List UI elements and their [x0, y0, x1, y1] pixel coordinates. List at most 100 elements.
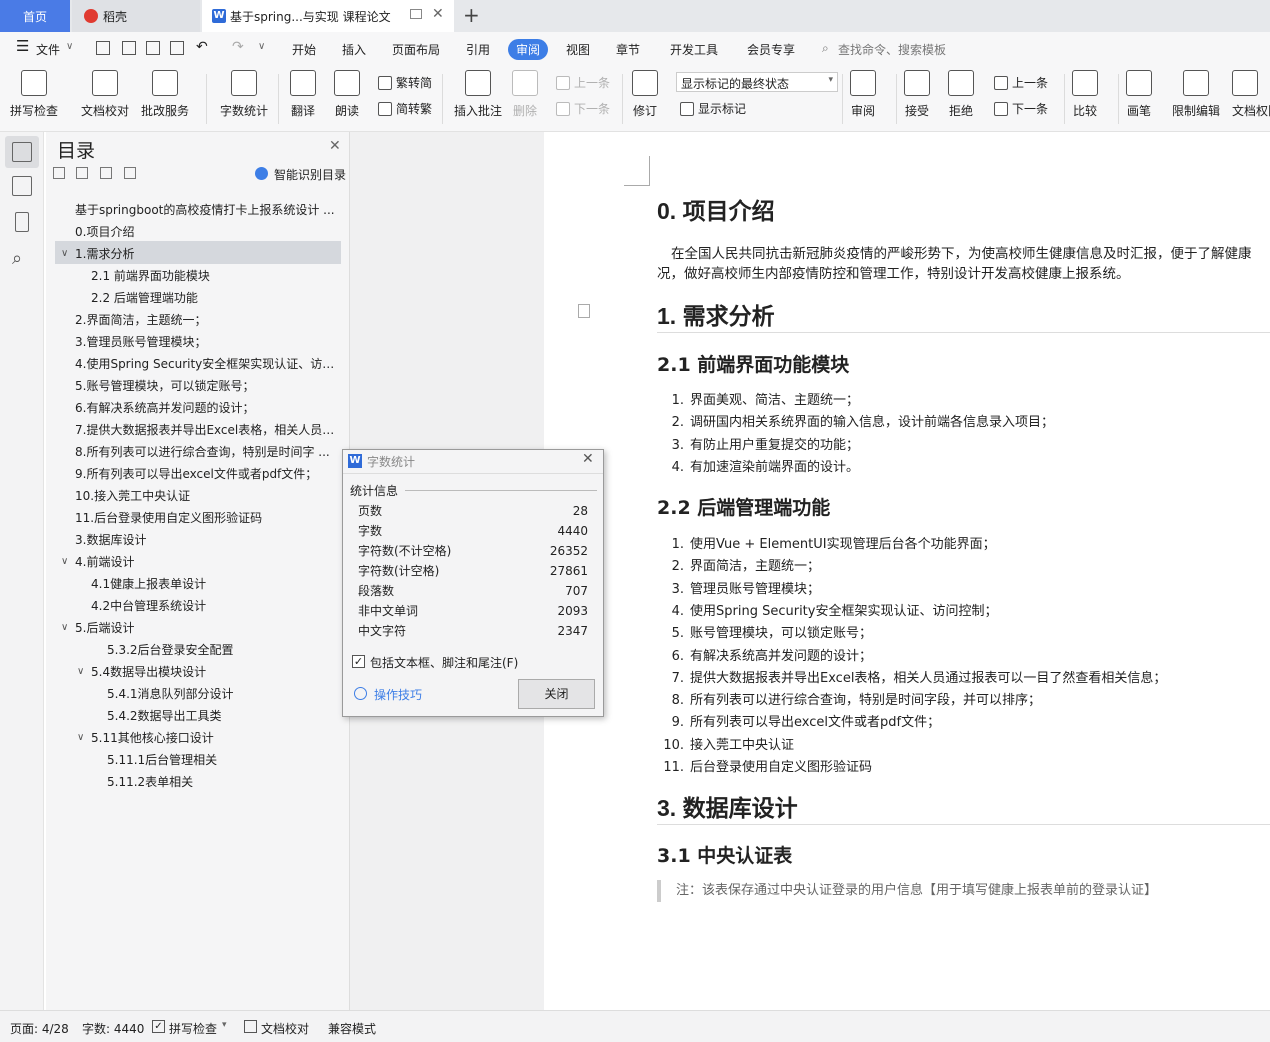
toc-item[interactable]: 11.后台登录使用自定义图形验证码 — [75, 507, 336, 529]
toc-item[interactable]: 5.4.1消息队列部分设计 — [107, 683, 336, 705]
tips-link[interactable]: 操作技巧 — [374, 686, 422, 703]
chevron-down-icon[interactable]: ▾ — [222, 1020, 227, 1030]
trad-to-simp-button[interactable]: 繁转简 — [378, 74, 432, 91]
spell-check-button[interactable]: 拼写检查 — [10, 70, 58, 119]
smart-toc-button[interactable]: 智能识别目录 — [274, 166, 346, 183]
outline-icon[interactable] — [12, 176, 32, 196]
toc-item[interactable]: 2.1 前端界面功能模块 — [91, 265, 336, 287]
close-button[interactable]: 关闭 — [518, 679, 595, 709]
toc-item[interactable]: 4.前端设计 — [75, 551, 336, 573]
review-pane-button[interactable]: 审阅 — [850, 70, 876, 119]
toc-item[interactable]: 7.提供大数据报表并导出Excel表格，相关人员 ... — [75, 419, 336, 441]
command-search[interactable]: 查找命令、搜索模板 — [838, 41, 946, 58]
search-icon[interactable]: ⌕ — [12, 248, 22, 269]
accept-button[interactable]: 接受 — [904, 70, 930, 119]
prev-change-button[interactable]: 上一条 — [994, 74, 1048, 91]
toc-item[interactable]: 8.所有列表可以进行综合查询，特别是时间字 ... — [75, 441, 336, 463]
insert-comment-button[interactable]: 插入批注 — [454, 70, 502, 119]
toc-item[interactable]: 3.数据库设计 — [75, 529, 336, 551]
toc-item[interactable]: 5.4数据导出模块设计 — [91, 661, 336, 683]
print-preview-icon[interactable] — [170, 41, 184, 55]
toc-item[interactable]: 4.使用Spring Security安全框架实现认证、访 ... — [75, 353, 336, 375]
toc-item[interactable]: 0.项目介绍 — [75, 221, 336, 243]
chevron-down-icon[interactable]: ∨ — [66, 41, 73, 52]
toc-item[interactable]: 10.接入莞工中央认证 — [75, 485, 336, 507]
pen-button[interactable]: 画笔 — [1126, 70, 1152, 119]
reject-button[interactable]: 拒绝 — [948, 70, 974, 119]
menu-page-layout[interactable]: 页面布局 — [392, 41, 440, 58]
simp-to-trad-button[interactable]: 简转繁 — [378, 100, 432, 117]
bookmark-icon[interactable] — [15, 212, 29, 232]
translate-button[interactable]: 翻译 — [290, 70, 316, 119]
toc-expand-caret[interactable]: ∨ — [61, 248, 68, 259]
toc-item[interactable]: 9.所有列表可以导出excel文件或者pdf文件； — [75, 463, 336, 485]
hamburger-icon[interactable]: ☰ — [16, 37, 29, 55]
restrict-edit-button[interactable]: 限制编辑 — [1172, 70, 1220, 119]
float-window-icon[interactable] — [410, 9, 422, 19]
tab-daoke[interactable]: 稻壳 — [72, 0, 200, 32]
batch-service-button[interactable]: 批改服务 — [141, 70, 189, 119]
proofread-status[interactable]: 文档校对 — [261, 1020, 309, 1037]
spell-check-status[interactable]: 拼写检查 — [169, 1020, 217, 1037]
toc-item[interactable]: 6.有解决系统高并发问题的设计； — [75, 397, 336, 419]
toc-item[interactable]: 5.11其他核心接口设计 — [91, 727, 336, 749]
menu-member[interactable]: 会员专享 — [747, 41, 795, 58]
word-count-button[interactable]: 字数统计 — [220, 70, 268, 119]
tab-home[interactable]: 首页 — [0, 0, 70, 32]
word-count-indicator[interactable]: 字数: 4440 — [82, 1020, 144, 1037]
toc-item[interactable]: 1.需求分析 — [75, 243, 336, 265]
toc-item[interactable]: 5.4.2数据导出工具类 — [107, 705, 336, 727]
toc-item[interactable]: 3.管理员账号管理模块； — [75, 331, 336, 353]
toc-expand-caret[interactable]: ∨ — [77, 666, 84, 677]
save-icon[interactable] — [96, 41, 110, 55]
toc-item[interactable]: 4.1健康上报表单设计 — [91, 573, 336, 595]
proofread-button[interactable]: 文档校对 — [81, 70, 129, 119]
show-marks-button[interactable]: 显示标记 — [680, 100, 746, 117]
toc-item[interactable]: 2.界面简洁，主题统一； — [75, 309, 336, 331]
compare-button[interactable]: 比较 — [1072, 70, 1098, 119]
toc-item[interactable]: 5.3.2后台登录安全配置 — [107, 639, 336, 661]
quick-access-dropdown-icon[interactable]: ∨ — [258, 41, 265, 52]
read-aloud-button[interactable]: 朗读 — [334, 70, 360, 119]
tab-document[interactable]: W 基于spring...与实现 课程论文 ✕ — [202, 0, 454, 32]
include-checkbox[interactable]: ✓ — [352, 655, 365, 668]
paragraph-menu-icon[interactable] — [578, 304, 590, 318]
menu-file[interactable]: 文件 — [36, 41, 60, 58]
toc-icon[interactable] — [12, 142, 32, 162]
menu-section[interactable]: 章节 — [616, 41, 640, 58]
menu-developer[interactable]: 开发工具 — [670, 41, 718, 58]
next-change-button[interactable]: 下一条 — [994, 100, 1048, 117]
page-indicator[interactable]: 页面: 4/28 — [10, 1020, 69, 1037]
prev-comment-button[interactable]: 上一条 — [556, 74, 610, 91]
toc-item[interactable]: 5.11.1后台管理相关 — [107, 749, 336, 771]
next-comment-button[interactable]: 下一条 — [556, 100, 610, 117]
close-icon[interactable]: ✕ — [582, 451, 594, 467]
redo-icon[interactable]: ↷ — [232, 39, 244, 55]
remove-level-icon[interactable] — [124, 167, 136, 179]
close-tab-icon[interactable]: ✕ — [432, 6, 444, 22]
close-icon[interactable]: ✕ — [329, 138, 341, 154]
toc-item[interactable]: 4.2中台管理系统设计 — [91, 595, 336, 617]
menu-references[interactable]: 引用 — [466, 41, 490, 58]
menu-start[interactable]: 开始 — [292, 41, 316, 58]
delete-comment-button[interactable]: 删除 — [512, 70, 538, 119]
new-tab-icon[interactable]: + — [463, 3, 480, 27]
revise-button[interactable]: 修订 — [632, 70, 658, 119]
doc-rights-button[interactable]: 文档权限 — [1232, 70, 1270, 119]
toc-item[interactable]: 基于springboot的高校疫情打卡上报系统设计 ... — [75, 199, 336, 221]
add-level-icon[interactable] — [100, 167, 112, 179]
menu-insert[interactable]: 插入 — [342, 41, 366, 58]
toc-expand-caret[interactable]: ∨ — [77, 732, 84, 743]
menu-review[interactable]: 审阅 — [508, 39, 549, 60]
collapse-all-icon[interactable] — [53, 167, 65, 179]
display-state-select[interactable]: 显示标记的最终状态 ▾ — [676, 72, 838, 92]
toc-item[interactable]: 5.后端设计 — [75, 617, 336, 639]
toc-item[interactable]: 2.2 后端管理端功能 — [91, 287, 336, 309]
toc-item[interactable]: 5.11.2表单相关 — [107, 771, 336, 793]
toc-expand-caret[interactable]: ∨ — [61, 556, 68, 567]
expand-up-icon[interactable] — [76, 167, 88, 179]
toc-item[interactable]: 5.账号管理模块，可以锁定账号； — [75, 375, 336, 397]
undo-icon[interactable]: ↶ — [196, 39, 208, 55]
menu-view[interactable]: 视图 — [566, 41, 590, 58]
toc-expand-caret[interactable]: ∨ — [61, 622, 68, 633]
